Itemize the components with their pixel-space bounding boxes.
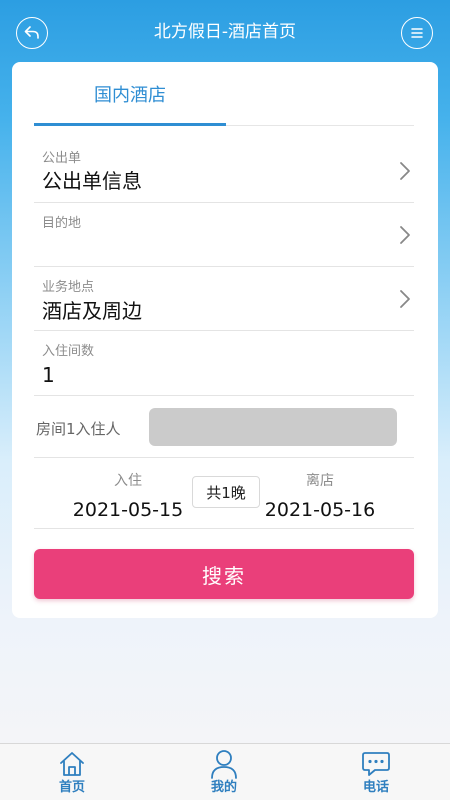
chevron-right-icon <box>400 162 410 180</box>
checkin-date-picker[interactable]: 入住 2021-05-15 <box>58 471 198 523</box>
search-button[interactable]: 搜索 <box>34 549 414 599</box>
checkout-date-picker[interactable]: 离店 2021-05-16 <box>250 471 390 523</box>
document-field[interactable]: 公出单 公出单信息 <box>34 139 414 203</box>
rooms-field[interactable]: 入住间数 1 <box>34 331 414 396</box>
document-label: 公出单 <box>42 151 82 166</box>
nav-mine-label: 我的 <box>210 780 237 795</box>
business-location-field[interactable]: 业务地点 酒店及周边 <box>34 267 414 331</box>
guest-label: 房间1入住人 <box>36 420 121 438</box>
chevron-right-icon <box>400 226 410 244</box>
user-icon <box>211 750 237 779</box>
nav-item-home[interactable]: 首页 <box>27 748 117 800</box>
rooms-label: 入住间数 <box>42 344 95 359</box>
rooms-value: 1 <box>42 363 55 387</box>
menu-button[interactable] <box>401 17 433 49</box>
tab-domestic-hotel[interactable]: 国内酒店 <box>34 62 226 126</box>
guest-input[interactable] <box>149 408 397 446</box>
nav-item-mine[interactable]: 我的 <box>179 748 269 800</box>
destination-label: 目的地 <box>42 216 82 231</box>
destination-field[interactable]: 目的地 <box>34 203 414 267</box>
chat-icon <box>362 752 390 776</box>
document-value: 公出单信息 <box>42 169 142 193</box>
guest-row: 房间1入住人 <box>34 396 414 458</box>
active-tab-indicator <box>34 123 226 126</box>
chevron-right-icon <box>400 290 410 308</box>
menu-icon <box>411 28 423 38</box>
nav-phone-label: 电话 <box>362 780 389 795</box>
home-icon <box>60 752 84 776</box>
checkout-label: 离店 <box>306 473 334 489</box>
nav-item-phone[interactable]: 电话 <box>331 748 421 800</box>
date-row: 入住 2021-05-15 共1晚 离店 2021-05-16 <box>34 459 414 529</box>
nav-home-label: 首页 <box>58 780 85 795</box>
page-title: 北方假日-酒店首页 <box>153 22 297 42</box>
top-bar: 北方假日-酒店首页 <box>0 0 450 62</box>
business-location-label: 业务地点 <box>42 280 95 295</box>
checkin-date: 2021-05-15 <box>72 499 184 521</box>
bottom-nav: 首页 我的 电话 <box>0 743 450 800</box>
checkin-label: 入住 <box>114 473 142 489</box>
checkout-date: 2021-05-16 <box>264 499 376 521</box>
search-card: 国内酒店 公出单 公出单信息 目的地 业务地点 酒店及周边 入住间数 1 房间1… <box>12 62 438 618</box>
business-location-value: 酒店及周边 <box>42 299 142 323</box>
